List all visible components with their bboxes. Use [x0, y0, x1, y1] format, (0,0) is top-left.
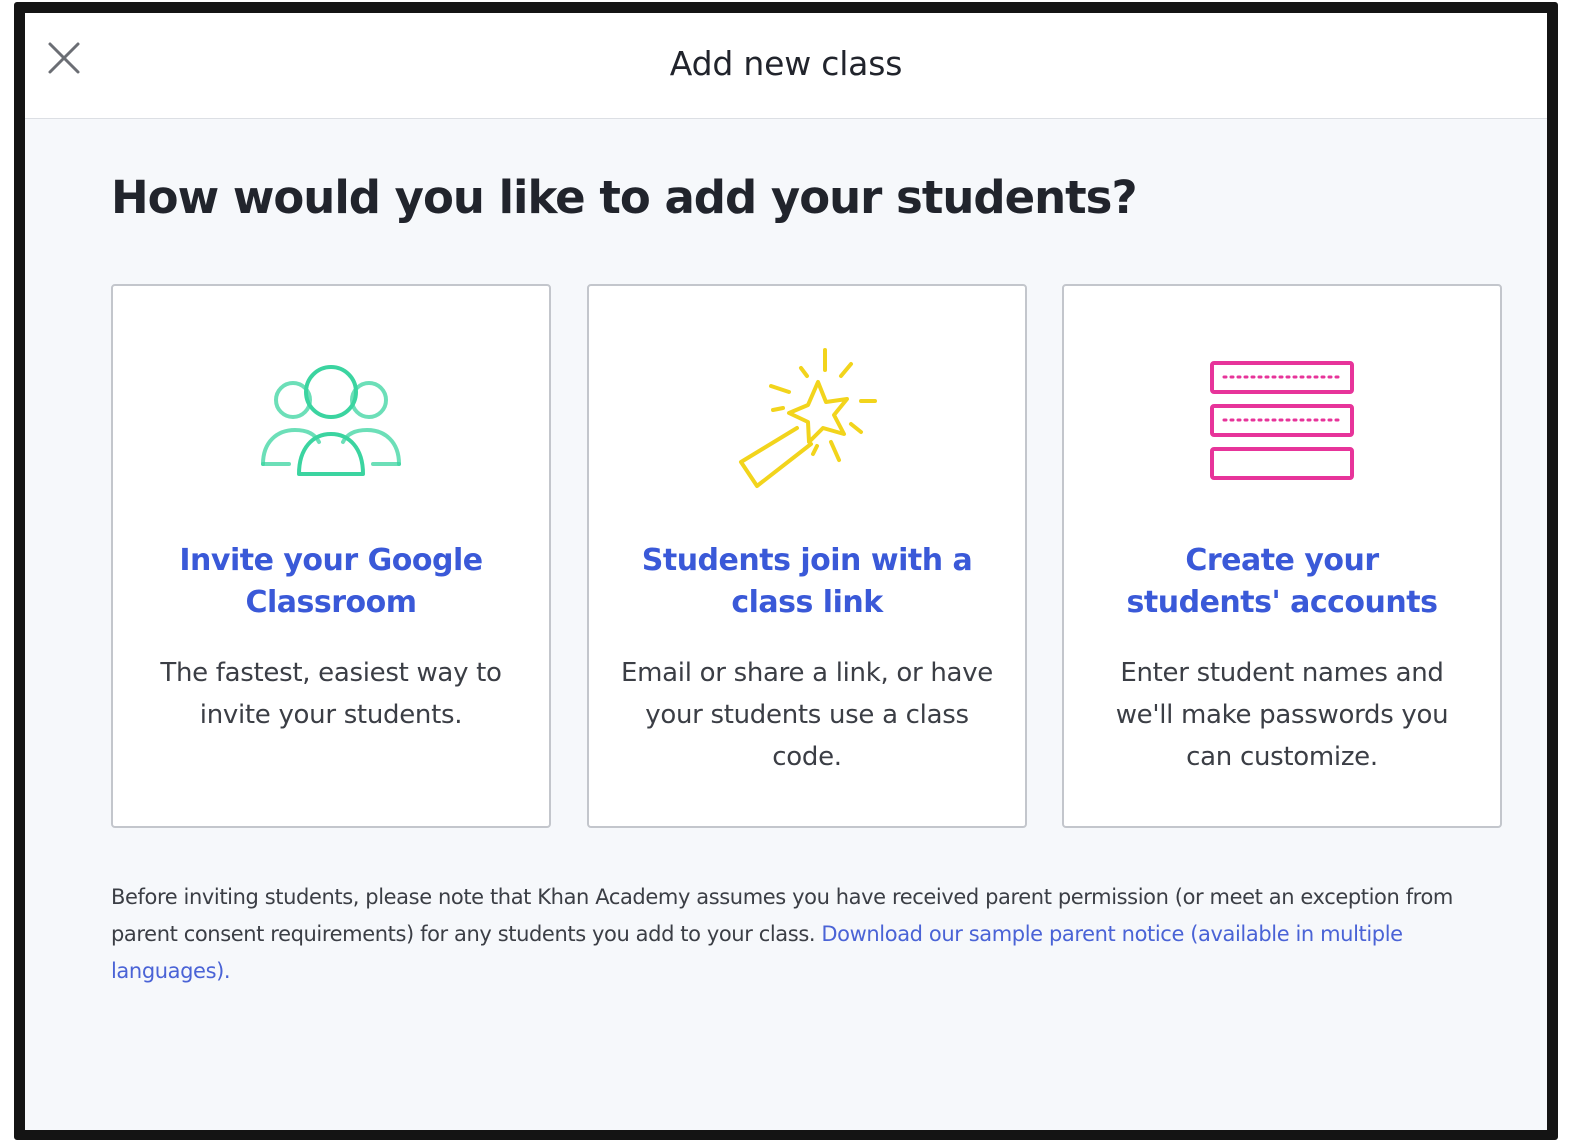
- modal-header: Add new class: [25, 13, 1547, 119]
- option-cards: Invite your Google Classroom The fastest…: [111, 284, 1503, 828]
- option-description: The fastest, easiest way to invite your …: [160, 658, 502, 730]
- option-card-google-classroom[interactable]: Invite your Google Classroom The fastest…: [111, 284, 551, 828]
- modal-title: Add new class: [669, 44, 903, 83]
- parent-permission-notice: Before inviting students, please note th…: [111, 879, 1501, 990]
- group-people-icon: [251, 342, 411, 492]
- add-class-modal: Add new class How would you like to add …: [14, 2, 1558, 1140]
- option-card-create-accounts[interactable]: Create your students' accounts Enter stu…: [1062, 284, 1502, 828]
- option-card-class-link[interactable]: Students join with a class link Email or…: [587, 284, 1027, 828]
- option-title: Create your students' accounts: [1126, 543, 1438, 620]
- page-heading: How would you like to add your students?: [111, 171, 1138, 224]
- option-description: Email or share a link, or have your stud…: [621, 658, 993, 772]
- password-fields-icon: [1202, 342, 1362, 492]
- option-title: Invite your Google Classroom: [179, 543, 483, 620]
- option-description: Enter student names and we'll make passw…: [1115, 658, 1449, 772]
- option-title: Students join with a class link: [641, 543, 973, 620]
- magic-wand-icon: [727, 342, 887, 492]
